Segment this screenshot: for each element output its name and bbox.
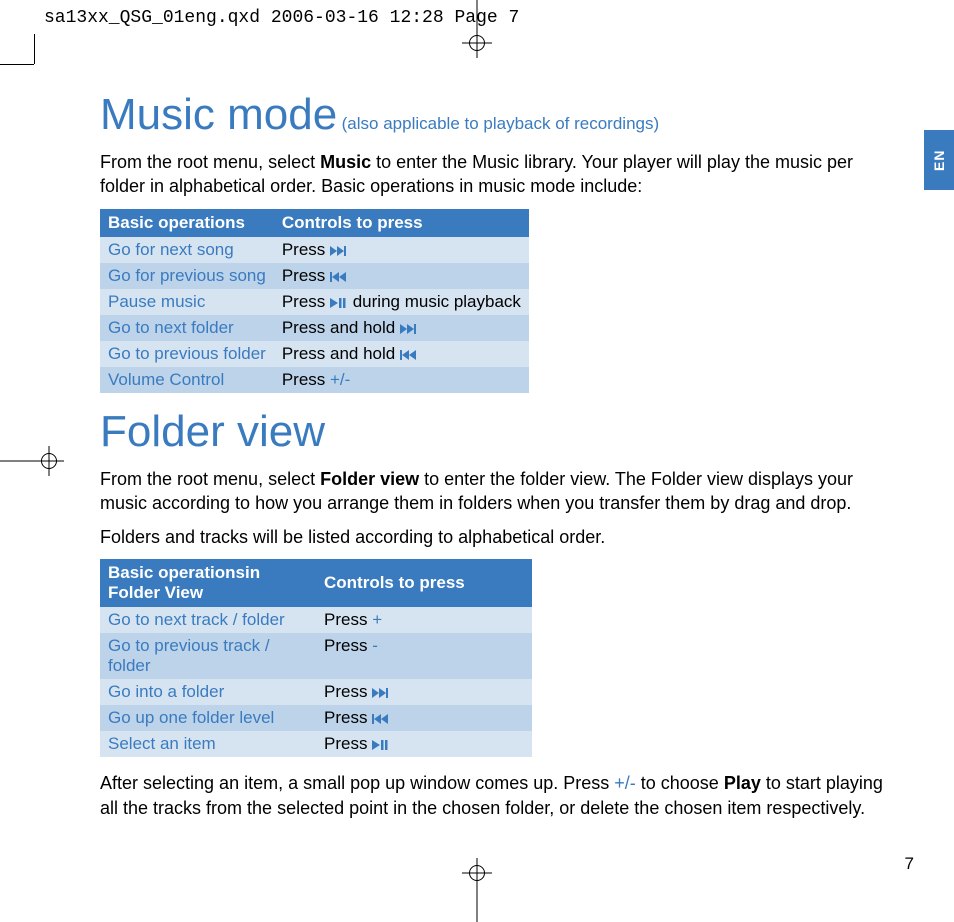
crop-mark: [34, 34, 35, 64]
section-folder-view: Folder view From the root menu, select F…: [100, 407, 900, 820]
crop-mark: [0, 64, 34, 65]
text: Press and hold: [282, 318, 400, 337]
text: Press: [282, 266, 330, 285]
text: From the root menu, select: [100, 469, 320, 489]
registration-mark-icon: [34, 446, 64, 476]
text: Press: [324, 636, 372, 655]
text: Press: [282, 292, 330, 311]
table-row: Go to next folder Press and hold: [100, 315, 529, 341]
music-mode-intro: From the root menu, select Music to ente…: [100, 150, 900, 199]
operation-cell: Go up one folder level: [100, 705, 316, 731]
operation-cell: Go for previous song: [100, 263, 274, 289]
heading-music-mode: Music mode: [100, 90, 337, 139]
crop-mark: [477, 0, 478, 30]
operation-cell: Go to next folder: [100, 315, 274, 341]
table-row: Go into a folder Press: [100, 679, 532, 705]
operation-cell: Go to previous track / folder: [100, 633, 316, 679]
table-header-row: Basic operationsin Folder View Controls …: [100, 559, 532, 607]
registration-mark-icon: [462, 28, 492, 58]
text-bold: Play: [724, 773, 761, 793]
text: Press: [282, 370, 330, 389]
heading-subtitle: (also applicable to playback of recordin…: [342, 114, 660, 133]
controls-cell: Press during music playback: [274, 289, 529, 315]
table-row: Volume ControlPress +/-: [100, 367, 529, 393]
text: From the root menu, select: [100, 152, 320, 172]
folder-view-para2: Folders and tracks will be listed accord…: [100, 525, 900, 549]
text: during music playback: [348, 292, 521, 311]
operation-cell: Go to next track / folder: [100, 607, 316, 633]
text-blue: +/-: [614, 773, 636, 793]
table-row: Go for previous song Press: [100, 263, 529, 289]
next-icon: [400, 324, 418, 335]
text: Press: [324, 610, 372, 629]
prev-icon: [330, 272, 348, 283]
print-slug: sa13xx_QSG_01eng.qxd 2006-03-16 12:28 Pa…: [44, 8, 519, 28]
text-bold: Music: [320, 152, 371, 172]
text-blue: -: [372, 636, 378, 655]
crop-mark: [0, 461, 34, 462]
operation-cell: Go to previous folder: [100, 341, 274, 367]
folder-view-outro: After selecting an item, a small pop up …: [100, 771, 900, 820]
table-row: Go to previous folder Press and hold: [100, 341, 529, 367]
music-mode-table: Basic operations Controls to press Go fo…: [100, 209, 529, 393]
text: Press: [324, 734, 372, 753]
text: Press: [282, 240, 330, 259]
table-row: Go for next song Press: [100, 237, 529, 263]
controls-cell: Press: [316, 679, 532, 705]
folder-view-intro: From the root menu, select Folder view t…: [100, 467, 900, 516]
registration-mark-icon: [462, 858, 492, 888]
col-basic-operations: Basic operations: [100, 209, 274, 237]
col-controls: Controls to press: [274, 209, 529, 237]
operation-cell: Go for next song: [100, 237, 274, 263]
operation-cell: Go into a folder: [100, 679, 316, 705]
controls-cell: Press: [274, 263, 529, 289]
text-blue: +: [372, 610, 382, 629]
text: Press: [324, 682, 372, 701]
text-bold: Folder view: [320, 469, 419, 489]
next-icon: [330, 246, 348, 257]
text: After selecting an item, a small pop up …: [100, 773, 614, 793]
operation-cell: Volume Control: [100, 367, 274, 393]
page-number: 7: [905, 854, 914, 874]
language-tab: EN: [924, 130, 954, 190]
playpause-icon: [330, 298, 348, 309]
controls-cell: Press: [274, 237, 529, 263]
col-controls: Controls to press: [316, 559, 532, 607]
controls-cell: Press +/-: [274, 367, 529, 393]
table-row: Select an item Press: [100, 731, 532, 757]
folder-view-table: Basic operationsin Folder View Controls …: [100, 559, 532, 757]
table-row: Go up one folder level Press: [100, 705, 532, 731]
heading-folder-view: Folder view: [100, 407, 325, 456]
playpause-icon: [372, 740, 390, 751]
next-icon: [372, 688, 390, 699]
table-row: Pause musicPress during music playback: [100, 289, 529, 315]
controls-cell: Press +: [316, 607, 532, 633]
text: to choose: [636, 773, 724, 793]
col-basic-operations: Basic operationsin Folder View: [100, 559, 316, 607]
operation-cell: Pause music: [100, 289, 274, 315]
text: Press and hold: [282, 344, 400, 363]
crop-mark: [477, 888, 478, 922]
controls-cell: Press: [316, 731, 532, 757]
controls-cell: Press -: [316, 633, 532, 679]
table-row: Go to previous track / folderPress -: [100, 633, 532, 679]
text: Press: [324, 708, 372, 727]
section-music-mode: Music mode (also applicable to playback …: [100, 90, 900, 393]
table-row: Go to next track / folderPress +: [100, 607, 532, 633]
prev-icon: [400, 350, 418, 361]
prev-icon: [372, 714, 390, 725]
text-blue: +/-: [330, 370, 350, 389]
controls-cell: Press and hold: [274, 315, 529, 341]
controls-cell: Press and hold: [274, 341, 529, 367]
operation-cell: Select an item: [100, 731, 316, 757]
table-header-row: Basic operations Controls to press: [100, 209, 529, 237]
controls-cell: Press: [316, 705, 532, 731]
